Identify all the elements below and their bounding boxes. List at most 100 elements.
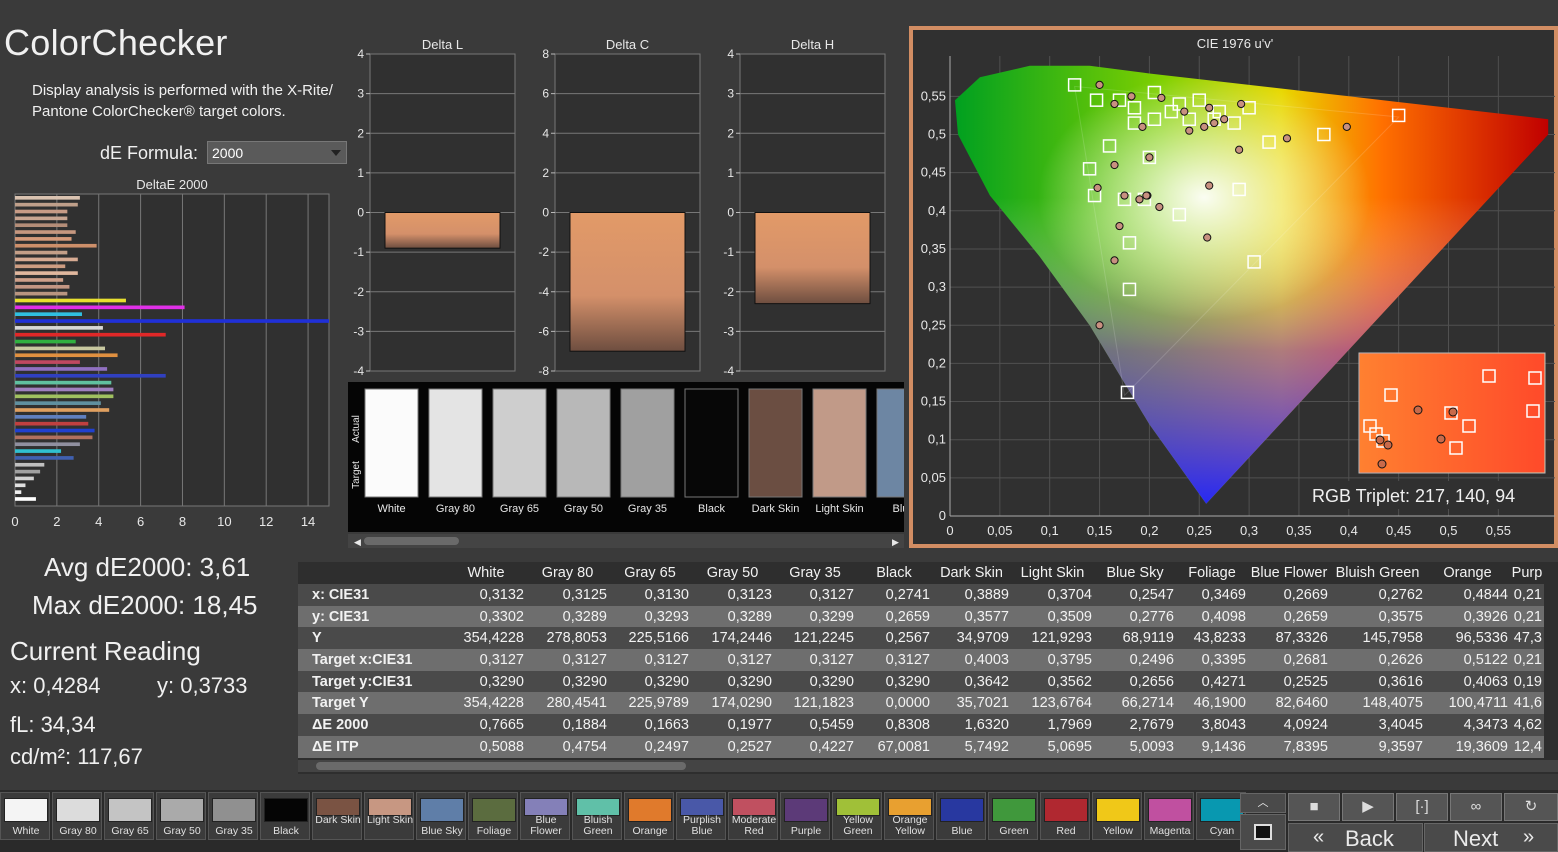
table-cell: 0,4063 bbox=[1425, 670, 1510, 693]
swatch-button-bluish-green[interactable]: Bluish Green bbox=[572, 792, 622, 840]
table-cell: 0,3123 bbox=[691, 584, 774, 606]
swatch-button-red[interactable]: Red bbox=[1040, 792, 1090, 840]
delta-tick-label: 4 bbox=[727, 47, 734, 61]
data-table: White Gray 80 Gray 65 Gray 50 Gray 35 Black Da… bbox=[298, 562, 1544, 758]
table-cell: 7,8395 bbox=[1248, 735, 1330, 758]
delta-tick-label: -2 bbox=[538, 245, 549, 259]
table-cell: 46,1900 bbox=[1176, 692, 1248, 715]
stop-square-button[interactable] bbox=[1240, 814, 1286, 850]
table-cell: 68,9119 bbox=[1094, 627, 1176, 650]
table-cell: 0,3127 bbox=[691, 649, 774, 671]
table-row: Target Y 354,4228 280,4541 225,9789 174,0290… bbox=[298, 692, 1544, 715]
swatch-label: Gray 65 bbox=[500, 503, 539, 515]
table-cell: 0,3132 bbox=[446, 584, 526, 606]
swatch-button-moderate-red[interactable]: Moderate Red bbox=[728, 792, 778, 840]
swatch-gray-35 bbox=[620, 388, 675, 498]
play-button[interactable]: ▶ bbox=[1342, 793, 1394, 821]
cie-x-tick-label: 0,3 bbox=[1240, 523, 1258, 538]
swatch-button-orange-yellow[interactable]: Orange Yellow bbox=[884, 792, 934, 840]
table-cell: 0,3293 bbox=[609, 605, 691, 628]
swatch-button-black[interactable]: Black bbox=[260, 792, 310, 840]
delta-tick-label: -1 bbox=[353, 245, 364, 259]
swatch-button-label: Yellow bbox=[1103, 825, 1133, 837]
measure-button[interactable]: [·] bbox=[1396, 793, 1448, 821]
swatch-button-yellow-green[interactable]: Yellow Green bbox=[832, 792, 882, 840]
table-cell: 0,2669 bbox=[1248, 584, 1330, 606]
table-row: ΔE ITP 0,5088 0,4754 0,2497 0,2527 0,4227 67,0… bbox=[298, 735, 1544, 758]
swatch-label: Blue bbox=[892, 503, 904, 515]
swatch-button-yellow[interactable]: Yellow bbox=[1092, 792, 1142, 840]
swatch-button-blue[interactable]: Blue bbox=[936, 792, 986, 840]
table-cell: 87,3326 bbox=[1248, 627, 1330, 650]
table-cell: 0,3290 bbox=[446, 670, 526, 693]
table-cell: 0,3289 bbox=[526, 605, 609, 628]
swatch-scrollbar-thumb[interactable] bbox=[364, 537, 459, 545]
table-scrollbar[interactable] bbox=[298, 760, 1558, 772]
cie-diagram: CIE 1976 u'v' 0 0,05 0,1 0,15 0,2 0,25 0,3 0,35 0… bbox=[909, 26, 1558, 548]
swatch-button-dark-skin[interactable]: Dark Skin bbox=[312, 792, 362, 840]
swatch-button-gray-50[interactable]: Gray 50 bbox=[156, 792, 206, 840]
table-cell: 0,2659 bbox=[856, 605, 932, 628]
swatch-button-gray-80[interactable]: Gray 80 bbox=[52, 792, 102, 840]
table-cell: 0,21 bbox=[1510, 584, 1544, 606]
chevron-up-button[interactable]: ︿ bbox=[1240, 793, 1286, 813]
swatch-button-white[interactable]: White bbox=[0, 792, 50, 840]
swatch-button-magenta[interactable]: Magenta bbox=[1144, 792, 1194, 840]
swatch-dark-skin bbox=[748, 388, 803, 498]
de-formula-label: dE Formula: bbox=[100, 143, 199, 163]
swatch-chip bbox=[628, 798, 672, 822]
table-cell: 0,3575 bbox=[1330, 605, 1425, 628]
measured-point bbox=[1210, 118, 1219, 128]
swatch-button-purple[interactable]: Purple bbox=[780, 792, 830, 840]
table-cell: 41,6 bbox=[1510, 692, 1544, 715]
table-scrollbar-thumb[interactable] bbox=[316, 762, 686, 770]
table-cell: 66,2714 bbox=[1094, 692, 1176, 715]
swatch-button-blue-flower[interactable]: Blue Flower bbox=[520, 792, 570, 840]
table-cell: 0,3562 bbox=[1011, 670, 1094, 693]
swatch-gray-65 bbox=[492, 388, 547, 498]
swatch-chip bbox=[108, 798, 152, 822]
table-cell: 0,4227 bbox=[774, 735, 856, 758]
delta-tick-label: 2 bbox=[727, 126, 734, 140]
cie-title: CIE 1976 u'v' bbox=[1197, 36, 1274, 51]
next-button[interactable]: Next » bbox=[1424, 823, 1558, 852]
delta-chart-title: Delta H bbox=[791, 37, 834, 52]
cie-y-tick-label: 0,25 bbox=[921, 317, 946, 332]
delta-tick-label: 4 bbox=[542, 126, 549, 140]
deltae-bar bbox=[15, 367, 108, 371]
column-header: Gray 65 bbox=[609, 562, 691, 584]
swatch-button-cyan[interactable]: Cyan bbox=[1196, 792, 1246, 840]
loop-button[interactable]: ∞ bbox=[1450, 793, 1502, 821]
back-button[interactable]: « Back bbox=[1288, 823, 1423, 852]
cie-y-tick-label: 0,1 bbox=[928, 432, 946, 447]
swatch-button-green[interactable]: Green bbox=[988, 792, 1038, 840]
swatch-button-gray-35[interactable]: Gray 35 bbox=[208, 792, 258, 840]
rgb-triplet: RGB Triplet: 217, 140, 94 bbox=[1312, 486, 1516, 506]
swatch-light-skin bbox=[812, 388, 867, 498]
swatch-button-orange[interactable]: Orange bbox=[624, 792, 674, 840]
swatch-button-light-skin[interactable]: Light Skin bbox=[364, 792, 414, 840]
column-header: Gray 80 bbox=[526, 562, 609, 584]
deltae-bar bbox=[15, 271, 78, 275]
next-chevron-icon: » bbox=[1523, 826, 1535, 848]
table-cell: 354,4228 bbox=[446, 627, 526, 650]
avg-de: Avg dE2000: 3,61 bbox=[44, 552, 251, 582]
refresh-button[interactable]: ↻ bbox=[1504, 793, 1558, 821]
swatch-button-foliage[interactable]: Foliage bbox=[468, 792, 518, 840]
swatch-button-label: Blue Flower bbox=[530, 814, 562, 837]
cie-x-tick-label: 0 bbox=[946, 523, 953, 538]
delta-tick-label: -4 bbox=[723, 364, 734, 378]
table-cell: 0,3290 bbox=[774, 670, 856, 693]
swatch-button-blue-sky[interactable]: Blue Sky bbox=[416, 792, 466, 840]
swatch-button-purplish-blue[interactable]: Purplish Blue bbox=[676, 792, 726, 840]
deltae-bar bbox=[15, 456, 74, 460]
table-cell: 9,3597 bbox=[1330, 735, 1425, 758]
max-de: Max dE2000: 18,45 bbox=[32, 590, 258, 620]
de-formula-select[interactable]: 2000 bbox=[207, 141, 347, 164]
swatch-button-gray-65[interactable]: Gray 65 bbox=[104, 792, 154, 840]
stop-button[interactable]: ■ bbox=[1288, 793, 1340, 821]
measured-point bbox=[1093, 183, 1102, 193]
table-row: Target x:CIE31 0,3127 0,3127 0,3127 0,3127 0,… bbox=[298, 649, 1544, 671]
deltae-tick-label: 0 bbox=[11, 514, 18, 529]
table-cell: 4,0924 bbox=[1248, 714, 1330, 736]
